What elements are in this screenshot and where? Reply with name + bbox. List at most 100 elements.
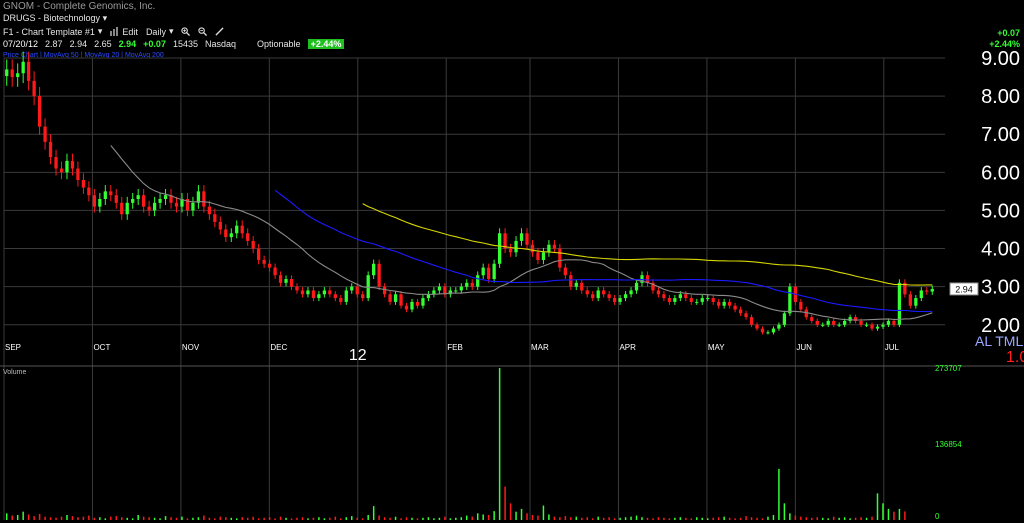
candle-body [788, 286, 792, 314]
volume-bar [236, 518, 238, 520]
candle-body [602, 290, 606, 295]
month-label: OCT [93, 343, 110, 352]
candle-body [322, 290, 327, 295]
volume-bar [750, 517, 753, 520]
volume-bar [197, 517, 200, 520]
price-volume-chart[interactable]: 2.003.004.005.006.007.008.009.00SEP OCT NO… [0, 0, 1024, 523]
candle-body [257, 248, 261, 260]
month-label: JUL [885, 343, 900, 352]
volume-bar [509, 503, 512, 520]
volume-bar [394, 516, 397, 520]
volume-bar [285, 517, 287, 520]
volume-bar [389, 517, 391, 520]
candle-body [656, 290, 661, 295]
volume-bar [38, 513, 41, 520]
candle-body [607, 294, 611, 299]
candle-body [109, 191, 113, 196]
candle-body [10, 69, 14, 78]
candle-body [328, 290, 332, 295]
candle-body [382, 286, 387, 295]
volume-bar [378, 515, 380, 520]
volume-bar [367, 515, 369, 520]
volume-bar [296, 517, 298, 520]
volume-bar [838, 517, 840, 520]
candle-body [218, 221, 222, 230]
candle-body [574, 282, 578, 287]
candle-body [476, 275, 480, 287]
candle-body [174, 202, 179, 207]
candle-body [163, 195, 168, 199]
volume-bar [772, 515, 775, 520]
volume-bar [865, 517, 868, 520]
volume-bar [148, 517, 150, 520]
candle-body [706, 298, 710, 300]
volume-bar [827, 518, 829, 520]
volume-bar [307, 518, 309, 520]
candle-body [361, 294, 365, 299]
volume-bar [416, 518, 419, 520]
candle-body [749, 317, 754, 325]
volume-bar [745, 516, 747, 520]
candle-body [131, 199, 135, 203]
volume-bar [170, 517, 172, 520]
candle-body [262, 259, 266, 264]
candle-body [470, 282, 474, 287]
candle-body [465, 282, 469, 287]
volume-bar [230, 517, 233, 520]
volume-bar [181, 516, 183, 520]
volume-bar [329, 517, 331, 520]
volume-bar [646, 517, 649, 520]
candle-body [695, 301, 699, 303]
candle-body [65, 160, 69, 173]
volume-bar [537, 515, 539, 520]
candle-body [766, 332, 770, 334]
volume-bar [789, 513, 791, 520]
volume-bar [88, 515, 90, 520]
volume-bar [504, 486, 506, 520]
candle-body [377, 263, 381, 287]
volume-bar [674, 517, 676, 520]
candle-body [547, 244, 551, 253]
volume-bar [361, 518, 364, 520]
volume-bars [5, 368, 906, 520]
candle-body [393, 294, 398, 302]
candle-body [673, 298, 677, 302]
candle-body [152, 202, 157, 211]
volume-bar [159, 518, 161, 520]
volume-bar [476, 513, 479, 520]
volume-bar [893, 511, 895, 520]
chart-grid [0, 57, 1024, 520]
candle-body [92, 195, 97, 207]
volume-bar [383, 517, 386, 520]
volume-bar [542, 505, 545, 520]
candle-body [235, 225, 239, 234]
volume-bar [690, 518, 693, 520]
volume-bar [5, 513, 8, 520]
candle-body [914, 298, 918, 306]
volume-bar [871, 516, 873, 520]
candle-body [300, 290, 305, 295]
candle-body [388, 294, 392, 302]
volume-bar [531, 515, 534, 520]
candle-body [623, 294, 628, 299]
candle-body [454, 290, 458, 292]
volume-bar [345, 517, 348, 520]
candle-body [782, 313, 787, 325]
volume-bar [466, 515, 468, 520]
candle-body [437, 286, 442, 291]
volume-bar [137, 515, 139, 520]
candle-body [98, 199, 102, 207]
volume-bar [898, 508, 901, 520]
candle-body [612, 298, 617, 302]
volume-bar [668, 518, 671, 520]
volume-bar [706, 518, 709, 520]
volume-bar [526, 513, 528, 520]
candle-body [16, 73, 20, 78]
volume-bar [405, 517, 408, 520]
volume-bar [613, 518, 616, 520]
candle-body [541, 252, 546, 260]
candle-body [229, 233, 233, 238]
volume-bar [444, 516, 446, 520]
volume-bar [756, 517, 758, 520]
last-price-label: 2.94 [955, 284, 973, 294]
